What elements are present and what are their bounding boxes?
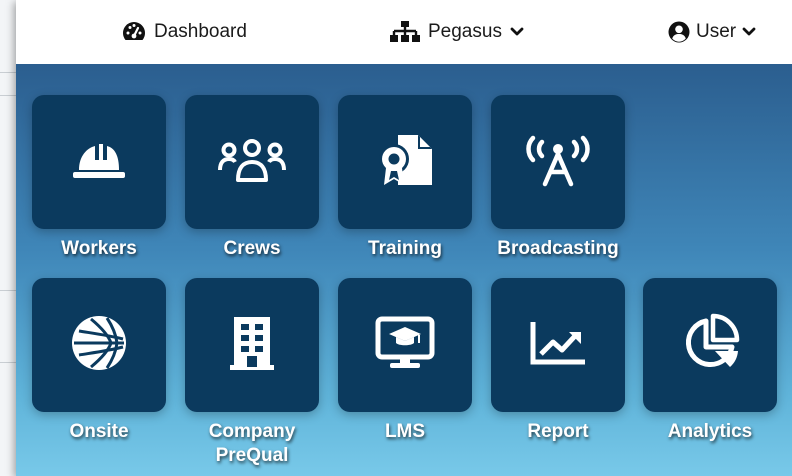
certificate-document-icon	[376, 131, 434, 194]
tile-company-prequal-label: Company PreQual	[177, 420, 327, 468]
user-label: User	[696, 21, 737, 42]
tile-company-label-line1: Company	[208, 421, 296, 442]
tile-workers-box[interactable]	[32, 95, 166, 229]
hard-hat-icon	[71, 138, 127, 187]
tile-broadcasting-box[interactable]	[491, 95, 625, 229]
organization-label: Pegasus	[428, 21, 502, 42]
line-chart-icon	[529, 320, 587, 371]
tile-crews[interactable]: Crews	[185, 95, 319, 261]
tile-lms-label: LMS	[384, 421, 426, 442]
sitemap-icon	[390, 21, 420, 43]
tile-crews-box[interactable]	[185, 95, 319, 229]
tile-analytics-box[interactable]	[643, 278, 777, 412]
broadcast-tower-icon	[523, 132, 593, 193]
tile-broadcasting[interactable]: Broadcasting	[491, 95, 625, 261]
graduation-monitor-icon	[375, 316, 435, 375]
dashboard-label: Dashboard	[154, 21, 247, 42]
tile-lms-box[interactable]	[338, 278, 472, 412]
tachometer-icon	[122, 21, 146, 43]
tile-onsite[interactable]: Onsite	[32, 278, 166, 444]
users-icon	[217, 136, 287, 189]
tile-company-prequal-box[interactable]	[185, 278, 319, 412]
tile-lms[interactable]: LMS	[338, 278, 472, 444]
tile-crews-label: Crews	[223, 238, 281, 259]
app-tile-grid: Workers Crews Training Broadcasting Onsi…	[16, 64, 792, 476]
tile-report[interactable]: Report	[491, 278, 625, 444]
tile-training-label: Training	[368, 238, 442, 259]
tile-onsite-label: Onsite	[69, 421, 129, 442]
tile-report-box[interactable]	[491, 278, 625, 412]
organization-selector[interactable]: Pegasus	[390, 0, 524, 64]
tile-company-prequal[interactable]: Company PreQual	[185, 278, 319, 468]
tile-analytics-label: Analytics	[667, 421, 753, 442]
pie-chart-icon	[680, 313, 740, 378]
tile-analytics[interactable]: Analytics	[643, 278, 777, 444]
tile-company-label-line2: PreQual	[215, 445, 289, 466]
tile-training[interactable]: Training	[338, 95, 472, 261]
chevron-down-icon	[510, 27, 524, 37]
user-circle-icon	[668, 21, 690, 43]
chevron-down-icon	[742, 27, 756, 37]
tile-onsite-box[interactable]	[32, 278, 166, 412]
tile-workers-label: Workers	[61, 238, 137, 259]
tile-workers[interactable]: Workers	[32, 95, 166, 261]
top-navigation-bar: Dashboard Pegasus User	[16, 0, 792, 64]
tile-broadcasting-label: Broadcasting	[497, 238, 619, 259]
globe-icon	[71, 315, 127, 376]
user-menu[interactable]: User	[668, 0, 756, 64]
tile-report-label: Report	[527, 421, 589, 442]
dashboard-nav-link[interactable]: Dashboard	[122, 0, 247, 64]
tile-training-box[interactable]	[338, 95, 472, 229]
building-icon	[228, 315, 276, 376]
app-launcher-panel: Dashboard Pegasus User Workers Crews Tra…	[16, 0, 792, 476]
